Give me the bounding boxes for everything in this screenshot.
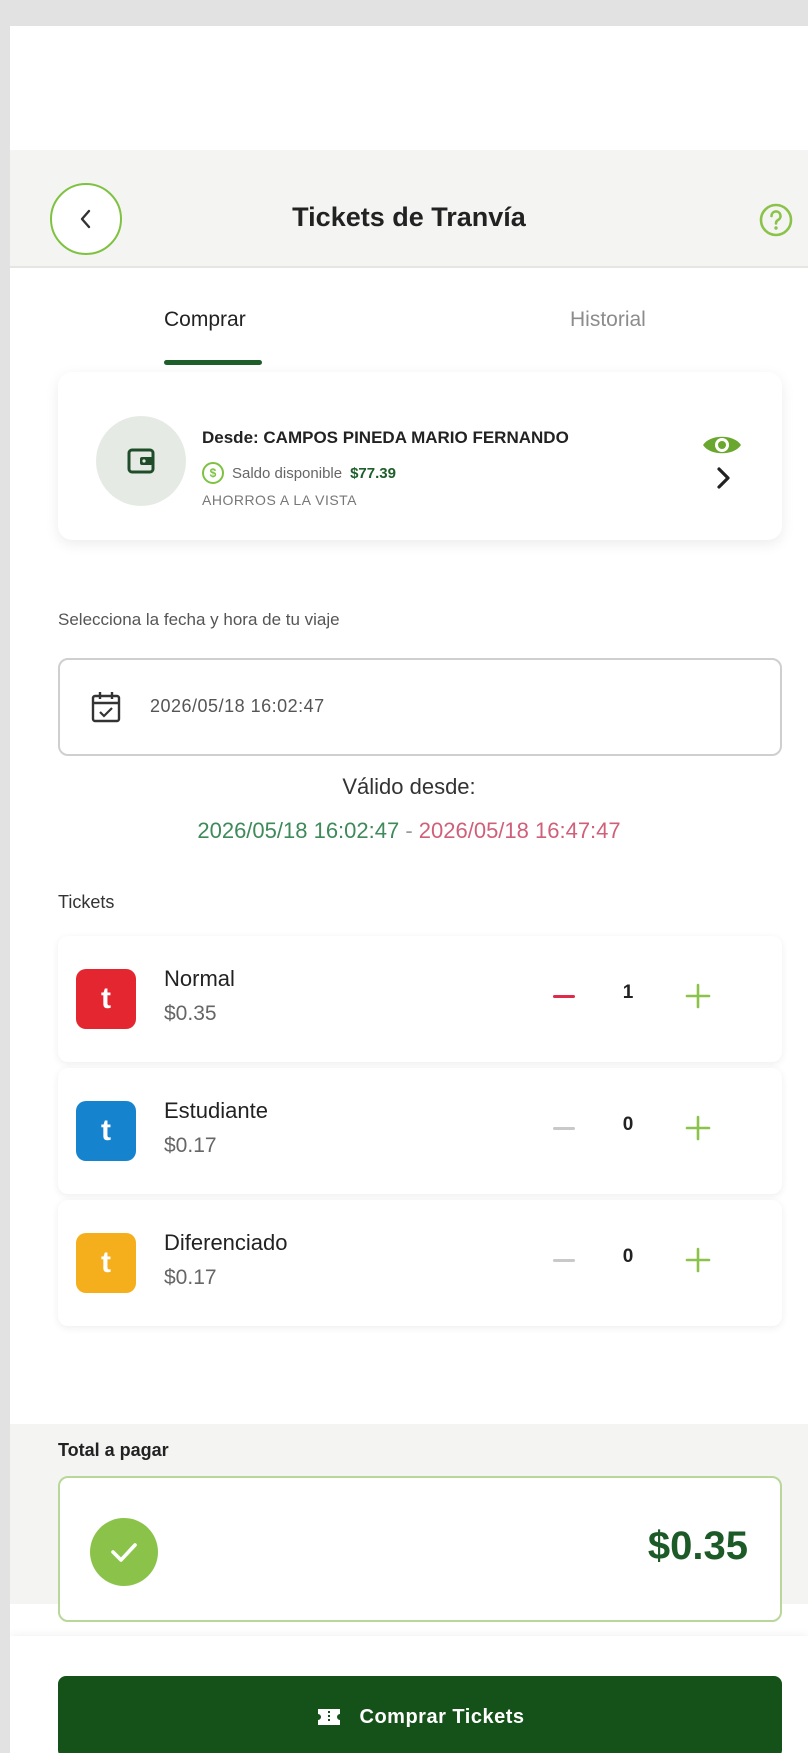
decrement-button[interactable] [544, 1240, 584, 1280]
ticket-price: $0.17 [164, 1134, 217, 1157]
ticket-quantity: 1 [622, 982, 634, 1003]
account-holder: Desde: CAMPOS PINEDA MARIO FERNANDO [202, 428, 569, 447]
page-title: Tickets de Tranvía [292, 202, 526, 232]
ticket-name: Estudiante [164, 1098, 268, 1123]
trip-datetime-value: 2026/05/18 16:02:47 [150, 696, 325, 716]
tranvia-logo-icon: t [76, 969, 136, 1029]
balance-amount: $77.39 [350, 464, 396, 482]
valid-to-time: 2026/05/18 16:47:47 [418, 818, 621, 843]
top-app-bar: Tickets de Tranvía [10, 150, 808, 268]
tab-historial[interactable]: Historial [570, 308, 646, 332]
wallet-icon [127, 448, 155, 474]
date-section-label: Selecciona la fecha y hora de tu viaje [58, 610, 340, 629]
ticket-quantity: 0 [622, 1114, 634, 1135]
ticket-icon [317, 1709, 340, 1725]
tickets-section-label: Tickets [58, 892, 115, 912]
buy-button-label: Comprar Tickets [359, 1705, 525, 1728]
minus-icon [553, 1258, 575, 1262]
buy-tickets-button[interactable]: Comprar Tickets [58, 1676, 782, 1753]
validity-separator: - [399, 818, 419, 843]
total-amount: $0.35 [647, 1524, 748, 1568]
ticket-row-normal: t Normal $0.35 1 [58, 936, 782, 1062]
valid-from-time: 2026/05/18 16:02:47 [197, 818, 400, 843]
ticket-name: Diferenciado [164, 1230, 288, 1255]
ticket-quantity: 0 [622, 1246, 634, 1267]
minus-icon [553, 1126, 575, 1130]
validity-label: Válido desde: [342, 774, 476, 799]
calendar-icon [91, 692, 121, 723]
balance-label: Saldo disponible [232, 464, 343, 482]
app-screen: Tickets de Tranvía Comprar Historial Des… [10, 26, 808, 1753]
decrement-button[interactable] [544, 976, 584, 1016]
check-icon [111, 1543, 137, 1562]
ticket-row-diferenciado: t Diferenciado $0.17 0 [58, 1200, 782, 1326]
ticket-row-estudiante: t Estudiante $0.17 0 [58, 1068, 782, 1194]
minus-icon [553, 994, 575, 998]
total-label: Total a pagar [58, 1440, 169, 1460]
tranvia-logo-icon: t [76, 1233, 136, 1293]
tranvia-logo-icon: t [76, 1101, 136, 1161]
active-tab-indicator [164, 360, 262, 365]
wallet-icon-container [96, 416, 186, 506]
trip-datetime-field[interactable]: 2026/05/18 16:02:47 [58, 658, 782, 756]
account-type: AHORROS A LA VISTA [202, 492, 358, 508]
plus-icon[interactable] [678, 1240, 718, 1280]
question-circle-icon[interactable] [758, 202, 794, 238]
validity-range: 2026/05/18 16:02:47 - 2026/05/18 16:47:4… [10, 818, 808, 844]
ticket-name: Normal [164, 966, 235, 991]
dollar-coin-icon: $ [202, 462, 224, 484]
balance-row: $ Saldo disponible $77.39 [202, 462, 396, 484]
total-box: $0.35 [58, 1476, 782, 1622]
decrement-button[interactable] [544, 1108, 584, 1148]
ticket-price: $0.17 [164, 1266, 217, 1289]
account-selector-card[interactable]: Desde: CAMPOS PINEDA MARIO FERNANDO $ Sa… [58, 372, 782, 540]
ticket-price: $0.35 [164, 1002, 217, 1025]
plus-icon[interactable] [678, 1108, 718, 1148]
plus-icon[interactable] [678, 976, 718, 1016]
check-circle-icon [90, 1518, 158, 1586]
eye-icon[interactable] [700, 430, 744, 460]
tab-comprar[interactable]: Comprar [164, 308, 246, 332]
chevron-right-icon[interactable] [712, 464, 736, 492]
